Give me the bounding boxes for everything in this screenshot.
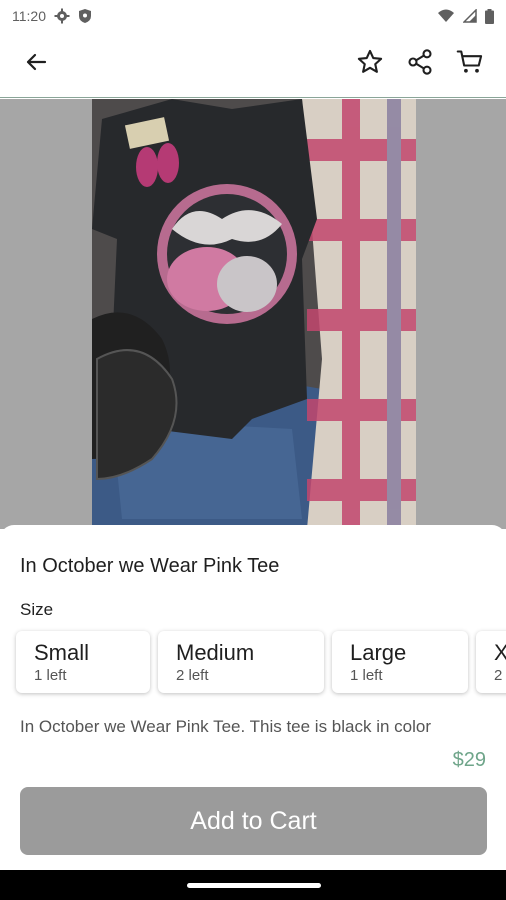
app-bar-actions [352,47,488,83]
status-bar: 11:20 [0,0,506,32]
size-stock: 1 left [350,667,383,684]
size-option-medium[interactable]: Medium 2 left [158,631,324,693]
settings-icon [54,8,70,24]
share-icon [406,48,434,81]
product-photo [92,99,416,529]
size-option-large[interactable]: Large 1 left [332,631,468,693]
size-options: Small 1 left Medium 2 left Large 1 left … [16,631,506,693]
wifi-icon [437,9,455,23]
product-description: In October we Wear Pink Tee. This tee is… [20,717,432,735]
favorite-button[interactable] [352,47,388,83]
size-stock: 2 left [176,667,209,684]
cart-icon [456,48,484,81]
status-right [437,8,494,24]
size-label: Size [20,600,54,619]
cart-button[interactable] [452,47,488,83]
shield-icon [78,8,92,24]
size-option-small[interactable]: Small 1 left [16,631,150,693]
product-image[interactable] [92,99,416,529]
back-button[interactable] [18,47,54,83]
status-time: 11:20 [12,8,46,24]
size-option-x[interactable]: X 2 [476,631,506,693]
navigation-bar [0,870,506,900]
size-stock: 2 [494,667,503,684]
star-icon [356,48,384,81]
product-title: In October we Wear Pink Tee [20,555,280,577]
home-gesture-handle[interactable] [187,883,321,888]
size-name: Large [350,640,407,665]
size-name: Medium [176,640,255,665]
add-to-cart-button[interactable]: Add to Cart [20,787,487,855]
back-arrow-icon [24,50,48,79]
size-name: X [494,640,506,665]
app-bar [0,32,506,98]
purchase-footer: $29 Add to Cart [0,735,506,870]
share-button[interactable] [402,47,438,83]
signal-icon [463,9,477,23]
product-price: $29 [452,749,486,771]
battery-icon [485,8,494,24]
size-stock: 1 left [34,667,67,684]
product-image-area [0,99,506,529]
size-name: Small [34,640,90,665]
status-left: 11:20 [12,8,92,24]
product-details-sheet: In October we Wear Pink Tee Size Small 1… [0,525,506,735]
